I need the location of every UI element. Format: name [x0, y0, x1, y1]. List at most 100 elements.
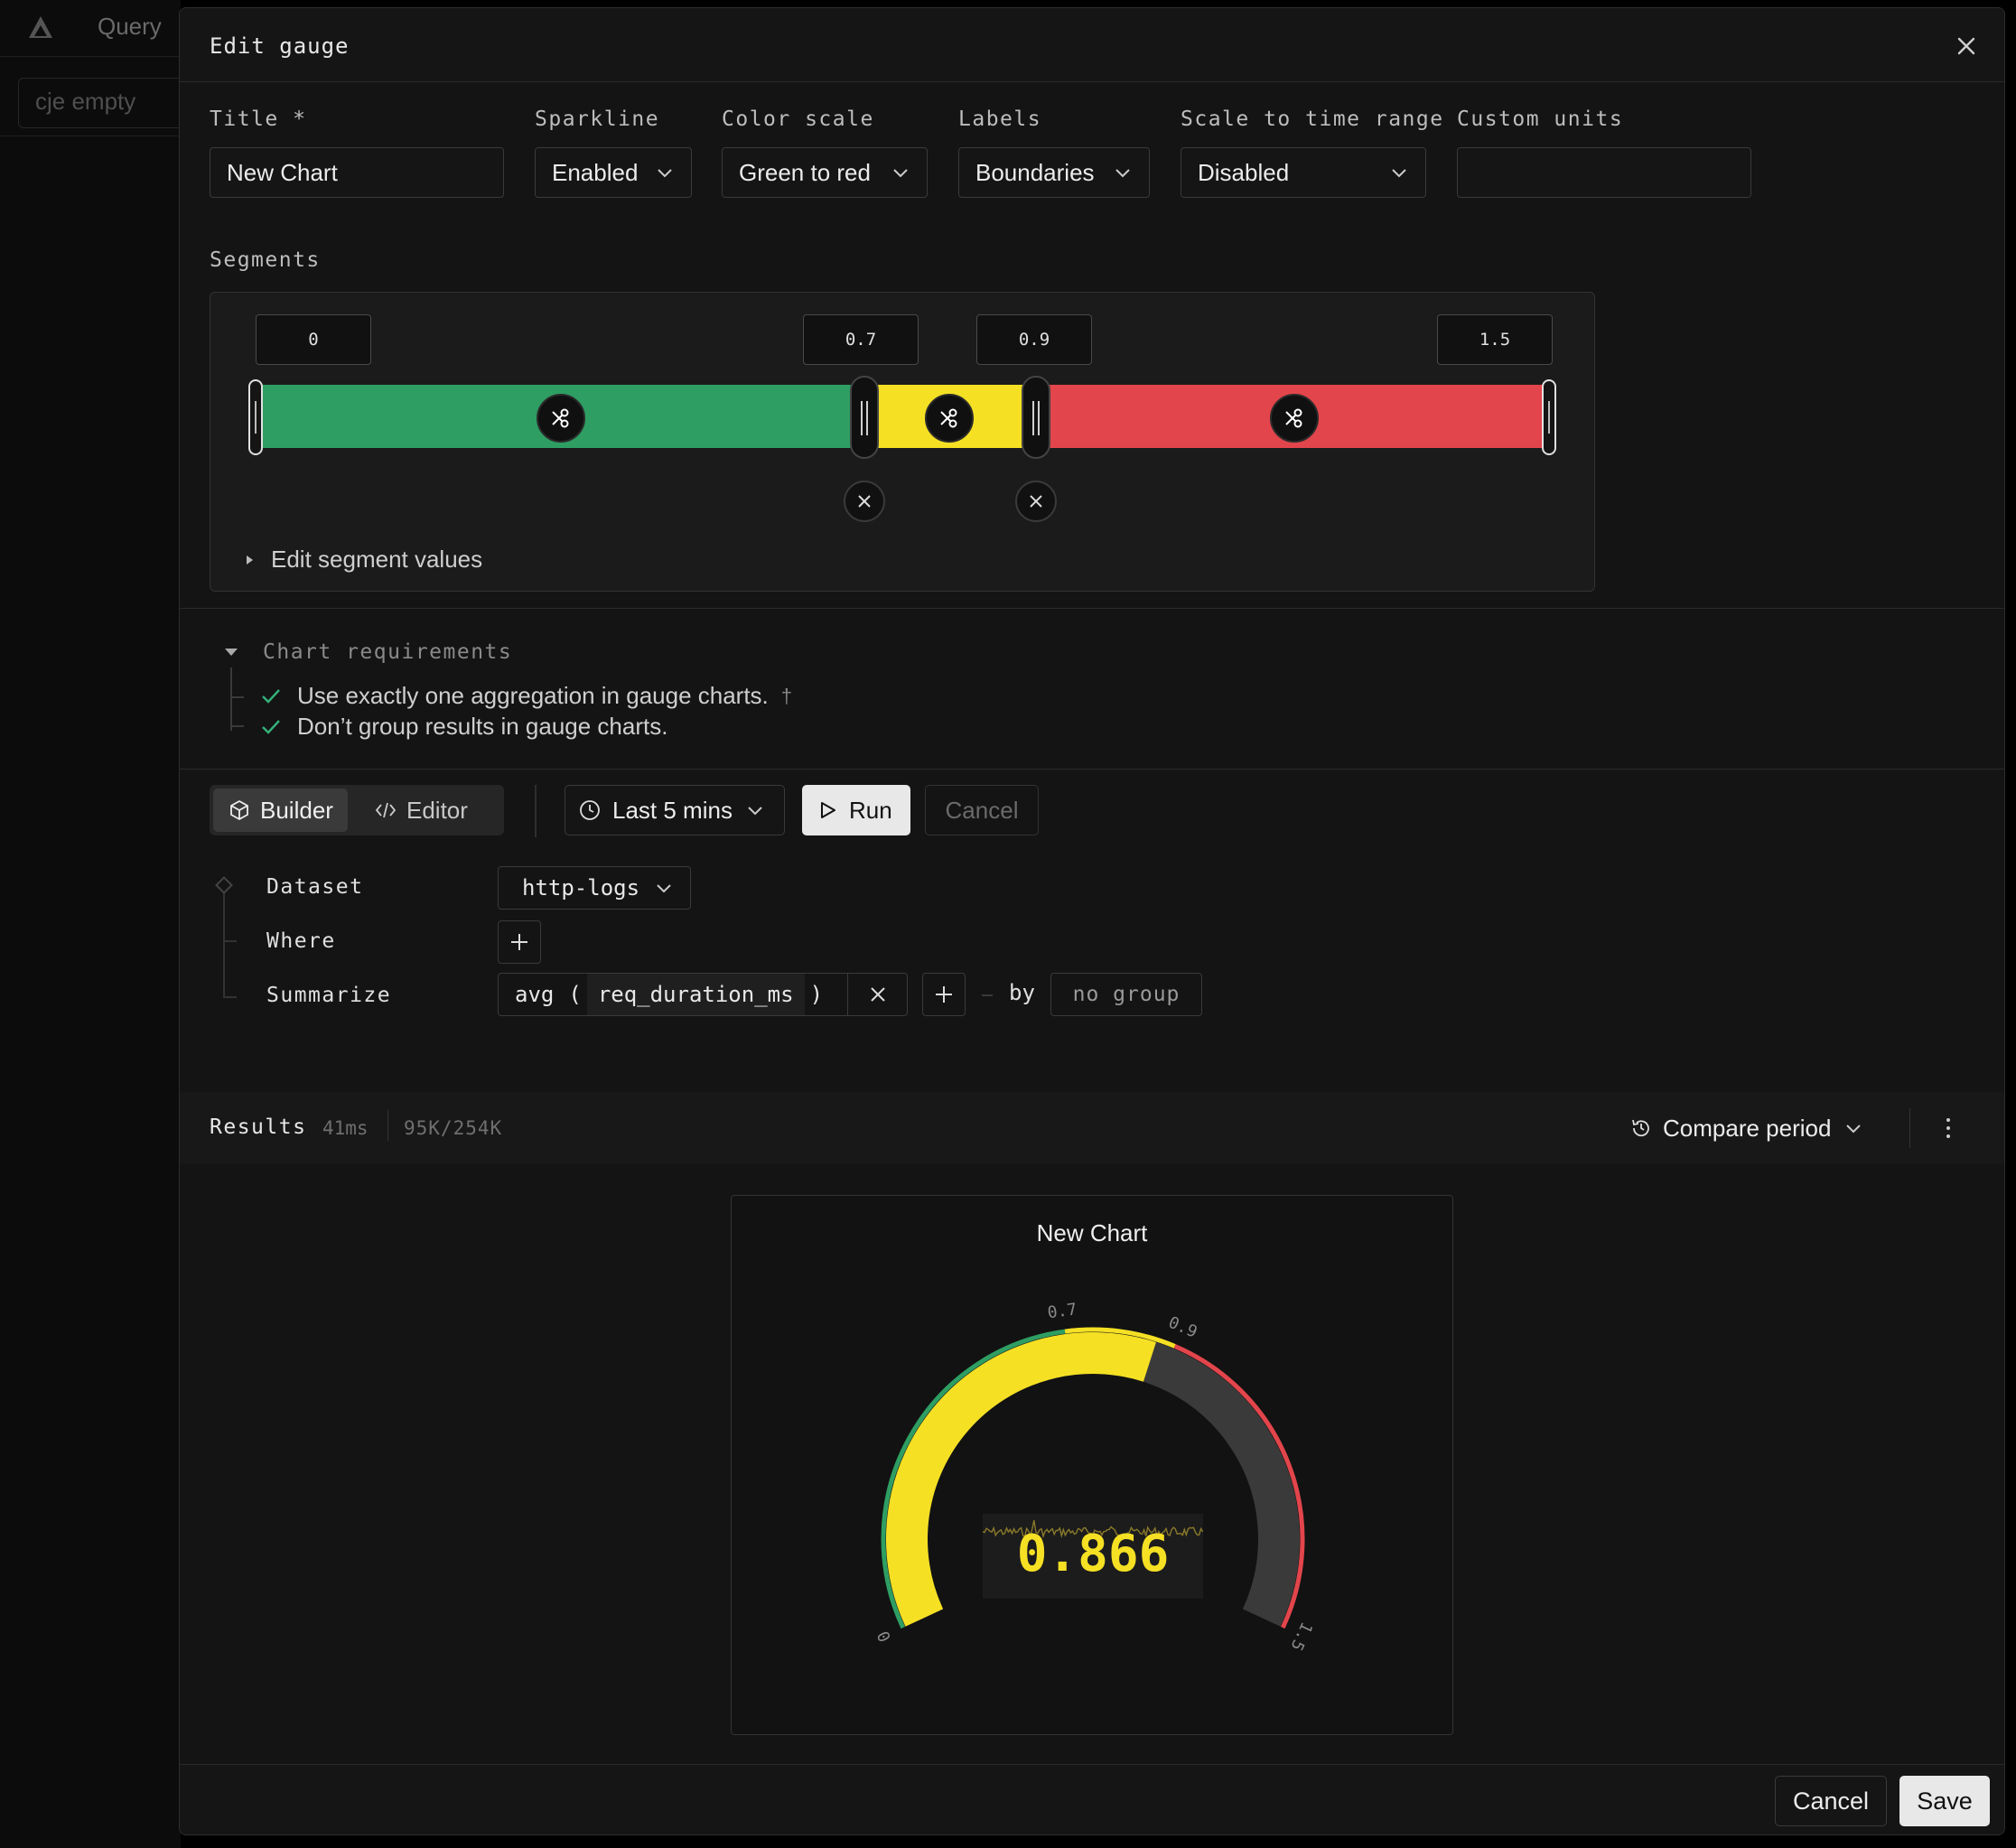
cancel-button[interactable]: Cancel [1775, 1776, 1887, 1826]
edit-gauge-modal: Edit gauge Title * Sparkline Color scale… [179, 7, 2005, 1835]
title-input[interactable]: New Chart [210, 147, 504, 198]
aggregation-field[interactable]: req_duration_ms [586, 974, 805, 1015]
more-options-icon[interactable] [1930, 1110, 1966, 1146]
segments-label: Segments [210, 248, 321, 272]
title-input-value: New Chart [227, 158, 338, 186]
run-button[interactable]: Run [802, 785, 910, 835]
modal-title: Edit gauge [210, 33, 350, 59]
open-paren: ( [568, 982, 582, 1007]
nav-query[interactable]: Query [98, 13, 162, 41]
divider [180, 608, 2004, 609]
scale-to-time-range-value: Disabled [1198, 158, 1290, 186]
requirement-text: Use exactly one aggregation in gauge cha… [297, 682, 769, 709]
tree-line [223, 886, 225, 998]
split-segment-button[interactable] [537, 394, 585, 443]
segments-editor: 0 0.7 0.9 1.5 Edit segment values [210, 292, 1595, 592]
query-duration: 41ms [322, 1117, 369, 1139]
segment-boundary-input[interactable]: 0 [256, 314, 371, 365]
segment-boundary-input[interactable]: 1.5 [1437, 314, 1553, 365]
gauge-chart-card: New Chart 0 0.7 0.9 1.5 0.866 [731, 1195, 1453, 1735]
segment-divider-handle[interactable] [850, 376, 879, 459]
clock-icon [580, 800, 600, 820]
tree-branch [231, 696, 244, 698]
tree-root-icon [215, 876, 233, 894]
requirement-item: Don’t group results in gauge charts. [259, 713, 667, 741]
compare-period-label: Compare period [1663, 1114, 1832, 1142]
split-segment-button[interactable] [925, 394, 974, 443]
chevron-down-icon [658, 169, 672, 178]
color-scale-value: Green to red [739, 158, 871, 186]
divider [180, 769, 2004, 770]
add-aggregation-button[interactable] [922, 973, 966, 1016]
modal-header: Edit gauge [180, 8, 2004, 82]
chevron-down-icon [748, 807, 762, 816]
editor-label: Editor [406, 796, 468, 824]
compare-period-select[interactable]: Compare period [1629, 1108, 1863, 1148]
chart-requirements-toggle[interactable]: Chart requirements [225, 640, 512, 664]
segment-start-handle[interactable] [248, 379, 263, 455]
cube-icon [230, 800, 248, 820]
dataset-value: http-logs [522, 875, 640, 901]
close-paren: ) [809, 982, 824, 1007]
remove-boundary-button[interactable] [844, 481, 885, 522]
chevron-down-icon [1115, 169, 1130, 178]
gauge-tick-label: 1.5 [1286, 1619, 1316, 1653]
results-title: Results [210, 1115, 307, 1139]
by-label: by [1009, 980, 1035, 1005]
dataset-select[interactable]: http-logs [498, 866, 691, 910]
app-logo-icon[interactable] [25, 13, 56, 43]
edit-segment-values-toggle[interactable]: Edit segment values [247, 546, 482, 574]
custom-units-input[interactable] [1457, 147, 1751, 198]
caret-down-icon [225, 649, 238, 656]
remove-aggregation-button[interactable] [847, 974, 907, 1015]
segment-boundary-input[interactable]: 0.7 [803, 314, 919, 365]
plus-icon [936, 986, 952, 1003]
segment-boundary-input[interactable]: 0.9 [976, 314, 1092, 365]
rows-count: 95K/254K [404, 1117, 503, 1139]
save-button[interactable]: Save [1899, 1776, 1990, 1826]
tree-branch [231, 725, 244, 727]
time-range-select[interactable]: Last 5 mins [565, 785, 785, 835]
requirement-item: Use exactly one aggregation in gauge cha… [259, 682, 792, 710]
sparkline-select[interactable]: Enabled [535, 147, 692, 198]
sparkline-value: Enabled [552, 158, 639, 186]
modal-footer: Cancel Save [180, 1764, 2004, 1834]
gauge-chart: 0 0.7 0.9 1.5 0.866 [874, 1300, 1317, 1654]
scale-to-time-range-label: Scale to time range [1181, 107, 1444, 131]
play-icon [821, 802, 835, 818]
check-icon [262, 688, 280, 704]
tree-branch [224, 996, 237, 998]
remove-boundary-button[interactable] [1015, 481, 1057, 522]
where-label: Where [266, 929, 336, 953]
segment-end-handle[interactable] [1542, 379, 1556, 455]
divider [535, 785, 537, 837]
split-segment-button[interactable] [1270, 394, 1319, 443]
color-scale-select[interactable]: Green to red [722, 147, 928, 198]
gauge-tick-label: 0.7 [1047, 1300, 1078, 1322]
cancel-query-button[interactable]: Cancel [925, 785, 1039, 835]
close-icon[interactable] [1950, 30, 1983, 62]
labels-select[interactable]: Boundaries [958, 147, 1150, 198]
title-label: Title * [210, 107, 307, 131]
scissors-icon [940, 408, 957, 428]
dataset-placeholder-item[interactable]: cje empty [18, 78, 190, 128]
group-by-select[interactable]: no group [1050, 973, 1202, 1016]
builder-tab[interactable]: Builder [213, 789, 348, 832]
history-icon [1632, 1119, 1649, 1137]
divider [0, 135, 181, 136]
editor-tab[interactable]: Editor [359, 789, 482, 832]
scissors-icon [552, 408, 569, 428]
segment-divider-handle[interactable] [1022, 376, 1050, 459]
divider [982, 994, 993, 996]
add-where-button[interactable] [498, 920, 541, 964]
divider [387, 1110, 388, 1141]
code-icon [375, 802, 397, 818]
scale-to-time-range-select[interactable]: Disabled [1181, 147, 1426, 198]
chevron-down-icon [1392, 169, 1406, 178]
plus-icon [511, 934, 527, 950]
tree-branch [224, 940, 237, 942]
color-scale-label: Color scale [722, 107, 874, 131]
labels-label: Labels [958, 107, 1042, 131]
aggregation-function[interactable]: avg [499, 982, 563, 1007]
edit-segment-values-label: Edit segment values [271, 546, 483, 573]
